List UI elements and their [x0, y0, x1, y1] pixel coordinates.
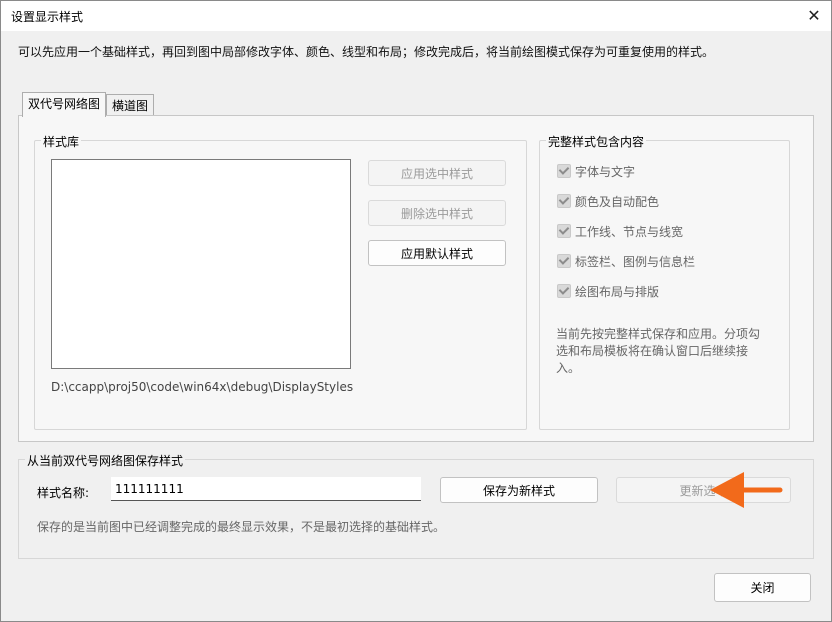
apply-selected-style-button[interactable]: 应用选中样式 [368, 160, 506, 186]
checkbox-lines-nodes[interactable]: 工作线、节点与线宽 [557, 224, 683, 240]
close-icon[interactable]: ✕ [803, 5, 825, 27]
apply-default-style-button[interactable]: 应用默认样式 [368, 240, 506, 266]
checkbox-labels-legend[interactable]: 标签栏、图例与信息栏 [557, 254, 695, 270]
description-text: 可以先应用一个基础样式，再回到图中局部修改字体、颜色、线型和布局；修改完成后，将… [18, 45, 715, 59]
checkbox-label: 颜色及自动配色 [575, 195, 660, 209]
save-style-label: 从当前双代号网络图保存样式 [25, 452, 186, 469]
delete-selected-style-button[interactable]: 删除选中样式 [368, 200, 506, 226]
title-bar: 设置显示样式 ✕ [1, 1, 831, 31]
checkbox-font-text[interactable]: 字体与文字 [557, 164, 635, 180]
full-style-label: 完整样式包含内容 [546, 133, 647, 150]
style-library-label: 样式库 [41, 133, 82, 150]
checkbox-label: 标签栏、图例与信息栏 [575, 255, 696, 269]
checkbox-checked-icon [557, 254, 571, 268]
checkbox-label: 绘图布局与排版 [575, 285, 660, 299]
window-title: 设置显示样式 [11, 10, 84, 24]
tab-network-diagram[interactable]: 双代号网络图 [22, 92, 107, 117]
checkbox-checked-icon [557, 284, 571, 298]
checkbox-colors[interactable]: 颜色及自动配色 [557, 194, 659, 210]
checkbox-layout[interactable]: 绘图布局与排版 [557, 284, 659, 300]
close-button[interactable]: 关闭 [714, 573, 811, 602]
style-name-label: 样式名称: [37, 486, 90, 500]
save-hint: 保存的是当前图中已经调整完成的最终显示效果，不是最初选择的基础样式。 [37, 520, 446, 534]
style-list[interactable] [51, 159, 351, 369]
full-style-note: 当前先按完整样式保存和应用。分项勾选和布局模板将在确认窗口后继续接入。 [556, 327, 761, 375]
save-new-style-button[interactable]: 保存为新样式 [440, 477, 598, 503]
style-name-input[interactable] [111, 477, 421, 501]
checkbox-label: 工作线、节点与线宽 [575, 225, 684, 239]
checkbox-checked-icon [557, 224, 571, 238]
checkbox-label: 字体与文字 [575, 165, 636, 179]
checkbox-checked-icon [557, 164, 571, 178]
save-style-group: 从当前双代号网络图保存样式 [18, 452, 814, 559]
checkbox-checked-icon [557, 194, 571, 208]
style-folder-path: D:\ccapp\proj50\code\win64x\debug\Displa… [51, 380, 354, 394]
arrow-pointer-icon [710, 472, 783, 508]
